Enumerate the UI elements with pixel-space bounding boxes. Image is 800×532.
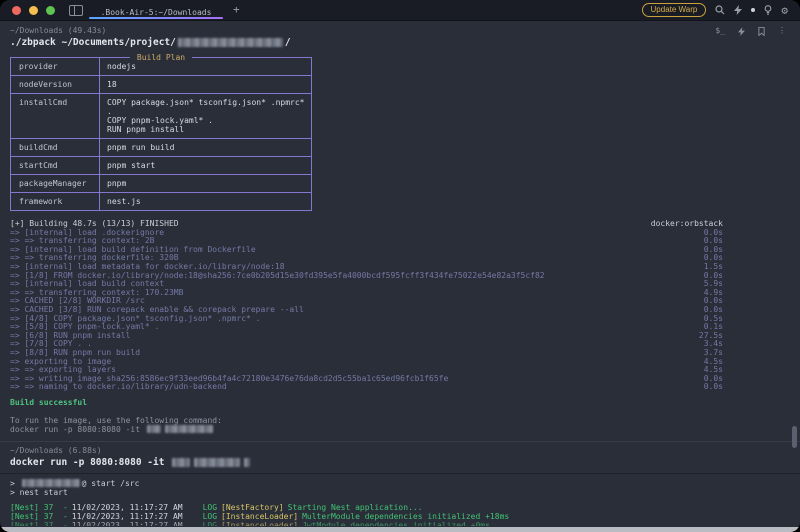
nest-start-line: > nest start: [10, 488, 800, 497]
run-hint-command: docker run -p 8080:8080 -it: [10, 425, 800, 435]
nest-timestamp: 11/02/2023, 11:17:27 AM: [72, 521, 183, 526]
redacted-text: [244, 458, 250, 467]
lightbulb-icon[interactable]: [764, 5, 772, 15]
nest-timestamp: 11/02/2023, 11:17:27 AM: [72, 503, 183, 512]
log-line: => exporting to image4.5s: [10, 358, 723, 367]
nest-context: [InstanceLoader]: [221, 521, 298, 526]
window-bottom-edge: [0, 527, 800, 532]
table-row: frameworknest.js: [11, 193, 311, 210]
table-row: installCmdCOPY package.json* tsconfig.js…: [11, 94, 311, 139]
nest-level: LOG: [203, 503, 217, 512]
table-row: startCmdpnpm start: [11, 157, 311, 175]
ai-bolt-icon[interactable]: [734, 5, 742, 15]
terminal-prompt-icon[interactable]: $_: [715, 26, 725, 36]
scrollbar-thumb[interactable]: [792, 426, 797, 448]
command-text-suffix: /: [285, 37, 291, 48]
row-value: 18: [99, 76, 311, 93]
window-layout-icon[interactable]: [69, 5, 83, 16]
minimize-window-button[interactable]: [29, 6, 38, 15]
update-warp-button[interactable]: Update Warp: [642, 3, 707, 17]
redacted-text: [194, 458, 240, 467]
nest-log-line: [Nest] 37 - 11/02/2023, 11:17:27 AM LOG [In…: [10, 512, 800, 521]
clipped-log-line: [Nest] 37 - 11/02/2023, 11:17:27 AM LOG [In…: [10, 521, 800, 526]
nest-message: JwtModule dependencies initialized +0ms: [302, 521, 490, 526]
nest-log-line: [Nest] 37 - 11/02/2023, 11:17:27 AM LOG [Ne…: [10, 503, 800, 512]
log-line: => => naming to docker.io/library/udn-ba…: [10, 383, 723, 392]
table-row: packageManagerpnpm: [11, 175, 311, 193]
hint-command-text: docker run -p 8080:8080 -it: [10, 425, 140, 434]
bookmark-icon[interactable]: [758, 27, 765, 36]
row-key: startCmd: [11, 157, 99, 174]
row-key: buildCmd: [11, 139, 99, 156]
nest-message: MulterModule dependencies initialized +1…: [302, 512, 509, 521]
row-key: framework: [11, 193, 99, 210]
table-row: nodeVersion18: [11, 76, 311, 94]
traffic-lights: [12, 6, 55, 15]
row-value: pnpm start: [99, 157, 311, 174]
maximize-window-button[interactable]: [46, 6, 55, 15]
redacted-text: [147, 425, 161, 433]
tab-title: .Book-Air-5:~/Downloads: [101, 8, 212, 17]
log-text: => => naming to docker.io/library/udn-ba…: [10, 383, 227, 392]
block2-path: ~/Downloads (6.88s): [10, 446, 102, 456]
nest-prefix: [Nest] 37 -: [10, 503, 68, 512]
settings-gear-icon[interactable]: ⚙: [781, 5, 788, 16]
search-icon[interactable]: [715, 5, 725, 15]
new-tab-button[interactable]: +: [233, 1, 240, 19]
log-line: => [8/8] RUN pnpm run build3.7s: [10, 349, 723, 358]
run-hint: To run the image, use the following comm…: [10, 416, 800, 425]
build-successful-message: Build successful: [10, 398, 800, 407]
nest-context: [InstanceLoader]: [221, 512, 298, 521]
title-bar: .Book-Air-5:~/Downloads + Update Warp ⚙: [0, 0, 800, 21]
row-key: installCmd: [11, 94, 99, 138]
prompt-chevron: >: [10, 479, 20, 488]
redacted-text: [165, 425, 213, 433]
command-text: docker run -p 8080:8080 -it: [10, 457, 164, 468]
nest-level: LOG: [203, 521, 217, 526]
command-text: ./zbpack ~/Documents/project/: [10, 37, 176, 48]
block2-command: docker run -p 8080:8080 -it: [10, 456, 800, 469]
nest-context: [NestFactory]: [221, 503, 284, 512]
close-window-button[interactable]: [12, 6, 21, 15]
redacted-text: [178, 38, 283, 47]
row-key: packageManager: [11, 175, 99, 192]
row-key: nodeVersion: [11, 76, 99, 93]
bolt-icon[interactable]: [738, 27, 745, 36]
block1-path: ~/Downloads (49.43s): [10, 26, 106, 36]
block1-command: ./zbpack ~/Documents/project/ /: [10, 36, 800, 49]
nest-prefix: [Nest] 37 -: [10, 521, 68, 526]
row-key: provider: [11, 58, 99, 75]
nest-timestamp: 11/02/2023, 11:17:27 AM: [72, 512, 183, 521]
nest-message: Starting Nest application...: [288, 503, 423, 512]
row-value: pnpm: [99, 175, 311, 192]
kebab-menu-icon[interactable]: ⋮: [778, 26, 786, 36]
log-time: 0.0s: [704, 383, 723, 392]
redacted-text: [172, 458, 190, 467]
build-plan-table: Build Plan providernodejs nodeVersion18 …: [10, 57, 312, 211]
block1-actions: $_ ⋮: [715, 26, 786, 36]
terminal-tab[interactable]: .Book-Air-5:~/Downloads: [97, 0, 215, 20]
log-line: => [6/8] RUN pnpm install27.5s: [10, 332, 723, 341]
npm-start-line: > @ start /src: [10, 479, 800, 488]
table-row: buildCmdpnpm run build: [11, 139, 311, 157]
nest-level: LOG: [203, 512, 217, 521]
block2-header: ~/Downloads (6.88s): [10, 446, 800, 456]
row-value: pnpm run build: [99, 139, 311, 156]
warp-terminal-window: .Book-Air-5:~/Downloads + Update Warp ⚙ …: [0, 0, 800, 532]
build-plan-title: Build Plan: [130, 53, 192, 62]
notification-dot-icon: [751, 8, 755, 12]
row-value: nest.js: [99, 193, 311, 210]
redacted-text: [22, 479, 80, 487]
row-value: COPY package.json* tsconfig.json* .npmrc…: [99, 94, 311, 138]
block1-header: ~/Downloads (49.43s) $_ ⋮: [10, 26, 800, 36]
start-suffix: @ start /src: [82, 479, 140, 488]
nest-prefix: [Nest] 37 -: [10, 512, 68, 521]
